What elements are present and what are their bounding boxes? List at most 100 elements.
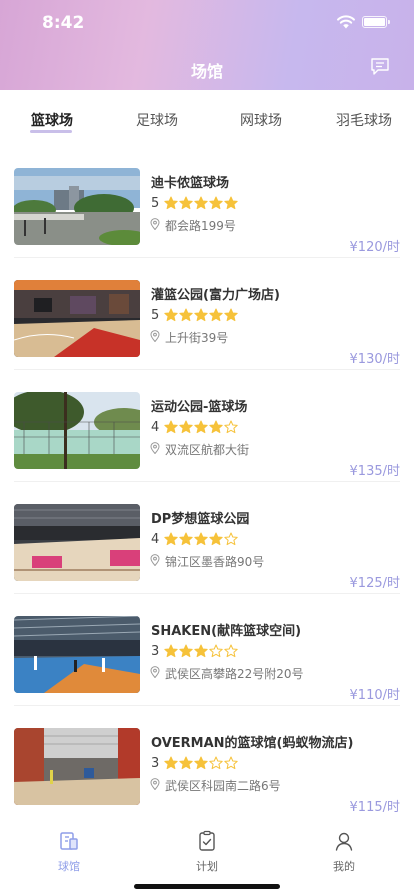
- venue-name: SHAKEN(献阵篮球空间): [151, 624, 302, 639]
- rating-stars: [164, 755, 239, 770]
- tab-basketball[interactable]: 篮球场: [31, 110, 73, 130]
- venue-price: ¥135/时: [349, 464, 400, 479]
- tab-active-indicator: [30, 130, 72, 133]
- star-filled-icon: [179, 756, 193, 770]
- sport-tabs: 篮球场 足球场 网球场 羽毛球场: [0, 90, 414, 146]
- tabbar-label: 我的: [333, 860, 355, 873]
- venue-icon: [60, 832, 78, 850]
- tabbar-label: 计划: [196, 860, 218, 873]
- star-filled-icon: [194, 308, 208, 322]
- star-empty-icon: [224, 532, 238, 546]
- venue-score: 4: [151, 532, 160, 547]
- venue-score: 3: [151, 756, 160, 771]
- venue-photo: [14, 168, 140, 245]
- tabbar-item-venues[interactable]: 球馆: [29, 830, 109, 874]
- venue-address-text: 武侯区高攀路22号附20号: [165, 667, 304, 681]
- venue-photo: [14, 504, 140, 581]
- star-filled-icon: [194, 644, 208, 658]
- star-filled-icon: [194, 420, 208, 434]
- venue-score: 4: [151, 420, 160, 435]
- tabbar-item-profile[interactable]: 我的: [304, 830, 384, 874]
- page-title: 场馆: [190, 62, 223, 81]
- star-empty-icon: [224, 420, 238, 434]
- venue-address-text: 武侯区科园南二路6号: [165, 779, 281, 793]
- venue-name: 运动公园-篮球场: [151, 400, 248, 415]
- star-filled-icon: [164, 756, 178, 770]
- venue-price: ¥120/时: [349, 240, 400, 255]
- venue-name: 灌篮公园(富力广场店): [151, 288, 280, 303]
- rating-stars: [164, 643, 239, 658]
- star-filled-icon: [209, 196, 223, 210]
- venue-score: 3: [151, 644, 160, 659]
- location-pin-icon: [150, 666, 160, 678]
- rating-stars: [164, 419, 239, 434]
- venue-item[interactable]: 灌篮公园(富力广场店) 5 上升街39号 ¥130/时: [0, 258, 414, 370]
- rating-stars: [164, 531, 239, 546]
- star-filled-icon: [179, 532, 193, 546]
- rating-stars: [164, 195, 239, 210]
- tab-tennis[interactable]: 网球场: [240, 110, 282, 130]
- star-filled-icon: [194, 756, 208, 770]
- venue-address-text: 锦江区墨香路90号: [165, 555, 265, 569]
- star-filled-icon: [164, 644, 178, 658]
- home-indicator: [134, 884, 280, 889]
- tabbar-label: 球馆: [58, 860, 80, 873]
- tab-football[interactable]: 足球场: [136, 110, 178, 130]
- star-filled-icon: [194, 196, 208, 210]
- location-pin-icon: [150, 330, 160, 342]
- venue-name: OVERMAN的篮球馆(蚂蚁物流店): [151, 736, 354, 751]
- person-icon: [335, 832, 353, 851]
- venue-address-text: 上升街39号: [165, 331, 229, 345]
- star-filled-icon: [164, 308, 178, 322]
- venue-name: DP梦想篮球公园: [151, 512, 250, 527]
- venue-name: 迪卡侬篮球场: [151, 176, 230, 191]
- rating-stars: [164, 307, 239, 322]
- star-filled-icon: [164, 196, 178, 210]
- star-empty-icon: [209, 756, 223, 770]
- venue-price: ¥110/时: [349, 688, 400, 703]
- venue-photo: [14, 616, 140, 693]
- venue-item[interactable]: SHAKEN(献阵篮球空间) 3 武侯区高攀路22号附20号 ¥110/时: [0, 594, 414, 706]
- venue-score: 5: [151, 196, 160, 211]
- venue-score: 5: [151, 308, 160, 323]
- star-filled-icon: [224, 308, 238, 322]
- star-filled-icon: [179, 308, 193, 322]
- star-filled-icon: [179, 196, 193, 210]
- status-bar: 8:42: [0, 0, 414, 44]
- venue-item[interactable]: 迪卡侬篮球场 5 都会路199号 ¥120/时: [0, 146, 414, 258]
- venue-photo: [14, 728, 140, 805]
- star-filled-icon: [194, 532, 208, 546]
- star-filled-icon: [179, 644, 193, 658]
- location-pin-icon: [150, 778, 160, 790]
- venue-item[interactable]: OVERMAN的篮球馆(蚂蚁物流店) 3 武侯区科园南二路6号 ¥115/时: [0, 706, 414, 818]
- star-filled-icon: [209, 308, 223, 322]
- venue-address-text: 都会路199号: [165, 219, 236, 233]
- star-filled-icon: [209, 532, 223, 546]
- wifi-icon: [337, 15, 355, 29]
- clipboard-check-icon: [199, 830, 215, 851]
- star-filled-icon: [209, 420, 223, 434]
- venue-price: ¥115/时: [349, 800, 400, 815]
- venue-price: ¥130/时: [349, 352, 400, 367]
- battery-icon: [362, 16, 390, 28]
- tab-badminton[interactable]: 羽毛球场: [336, 110, 392, 130]
- header: 8:42 场馆: [0, 0, 414, 90]
- status-time: 8:42: [42, 13, 85, 33]
- venue-item[interactable]: 运动公园-篮球场 4 双流区航都大街 ¥135/时: [0, 370, 414, 482]
- star-filled-icon: [164, 532, 178, 546]
- venue-photo: [14, 392, 140, 469]
- star-filled-icon: [164, 420, 178, 434]
- tabbar-item-plan[interactable]: 计划: [167, 830, 247, 874]
- star-empty-icon: [224, 644, 238, 658]
- star-filled-icon: [224, 196, 238, 210]
- venue-photo: [14, 280, 140, 357]
- location-pin-icon: [150, 442, 160, 454]
- star-empty-icon: [224, 756, 238, 770]
- star-empty-icon: [209, 644, 223, 658]
- star-filled-icon: [179, 420, 193, 434]
- message-icon[interactable]: [370, 57, 390, 76]
- location-pin-icon: [150, 554, 160, 566]
- venue-item[interactable]: DP梦想篮球公园 4 锦江区墨香路90号 ¥125/时: [0, 482, 414, 594]
- venue-price: ¥125/时: [349, 576, 400, 591]
- venue-address-text: 双流区航都大街: [165, 443, 250, 457]
